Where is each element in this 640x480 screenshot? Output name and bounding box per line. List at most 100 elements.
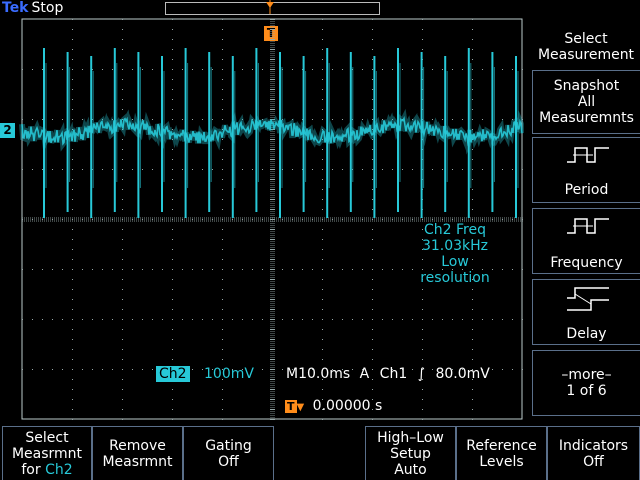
grid-dot [102,169,103,170]
grid-dot [122,319,123,320]
center-tick [314,217,315,222]
delay-button[interactable]: Delay [532,279,640,345]
grid-dot [122,159,123,160]
grid-dot [122,89,123,90]
grid-dot [372,279,373,280]
grid-dot [222,289,223,290]
grid-dot [472,89,473,90]
center-tick [180,217,181,222]
more-button[interactable]: –more– 1 of 6 [532,350,640,416]
grid-dot [302,319,303,320]
grid-dot [172,119,173,120]
center-tick [270,225,275,226]
grid-dot [172,399,173,400]
grid-dot [322,149,323,150]
indicators-button[interactable]: Indicators Off [547,426,640,480]
grid-dot [472,69,473,70]
center-tick [270,59,275,60]
center-tick [270,381,275,382]
grid-dot [462,119,463,120]
grid-dot [32,169,33,170]
snapshot-all-button[interactable]: Snapshot All Measuremnts [532,70,640,134]
grid-dot [172,69,173,70]
grid-dot [322,329,323,330]
center-tick [248,217,249,222]
grid-dot [72,229,73,230]
grid-dot [152,69,153,70]
center-tick [252,217,253,222]
center-tick [270,329,275,330]
grid-dot [422,49,423,50]
snapshot-line-1: Snapshot [533,78,640,94]
grid-dot [262,69,263,70]
grid-dot [392,319,393,320]
center-tick [270,167,275,168]
grid-dot [452,169,453,170]
center-tick [204,217,205,222]
grid-dot [222,169,223,170]
center-tick [270,29,275,30]
center-tick [166,217,167,222]
grid-dot [512,369,513,370]
high-low-setup-button[interactable]: High–Low Setup Auto [365,426,456,480]
remove-measurement-button[interactable]: Remove Measrmnt [92,426,183,480]
grid-dot [72,109,73,110]
grid-dot [332,269,333,270]
period-button[interactable]: Period [532,137,640,203]
grid-dot [72,179,73,180]
grid-dot [372,359,373,360]
center-tick [270,181,275,182]
grid-dot [512,319,513,320]
grid-dot [472,179,473,180]
grid-dot [222,109,223,110]
grid-dot [72,389,73,390]
center-tick [308,217,309,222]
grid-dot [222,309,223,310]
gating-button[interactable]: Gating Off [183,426,274,480]
grid-dot [402,319,403,320]
frequency-button[interactable]: Frequency [532,208,640,274]
run-state: Stop [32,0,64,16]
center-tick [222,217,223,222]
center-tick [270,63,275,64]
center-tick [56,217,57,222]
center-tick [270,191,275,192]
center-tick [286,217,287,222]
center-tick [152,217,153,222]
grid-dot [122,389,123,390]
grid-dot [372,189,373,190]
timebase-status: M10.0ms A Ch1 ∫ 80.0mV [286,366,490,382]
acquisition-status: Tek Stop [2,0,63,17]
grid-dot [452,319,453,320]
grid-dot [372,289,373,290]
ch2-ground-marker[interactable]: 2 [0,123,15,138]
select-measurement-ch2-button[interactable]: Select Measrmnt for Ch2 [2,426,92,480]
highlow-line-1: High–Low [366,430,455,446]
grid-dot [72,159,73,160]
grid-dot [222,419,223,420]
grid-dot [372,209,373,210]
grid-dot [112,169,113,170]
grid-dot [312,69,313,70]
grid-dot [182,169,183,170]
reference-levels-button[interactable]: Reference Levels [456,426,547,480]
center-tick [270,353,275,354]
grid-dot [172,229,173,230]
grid-dot [122,329,123,330]
center-tick [270,273,275,274]
grid-dot [172,179,173,180]
center-tick [270,103,275,104]
grid-dot [172,59,173,60]
grid-dot [172,289,173,290]
menu-title-select-measurement: Select Measurement [532,26,640,68]
grid-dot [122,259,123,260]
grid-dot [72,49,73,50]
grid-dot [432,169,433,170]
center-tick [336,217,337,222]
center-tick [190,217,191,222]
center-tick [370,217,371,222]
grid-dot [182,69,183,70]
center-tick [208,217,209,222]
grid-dot [322,39,323,40]
center-tick [270,133,275,134]
